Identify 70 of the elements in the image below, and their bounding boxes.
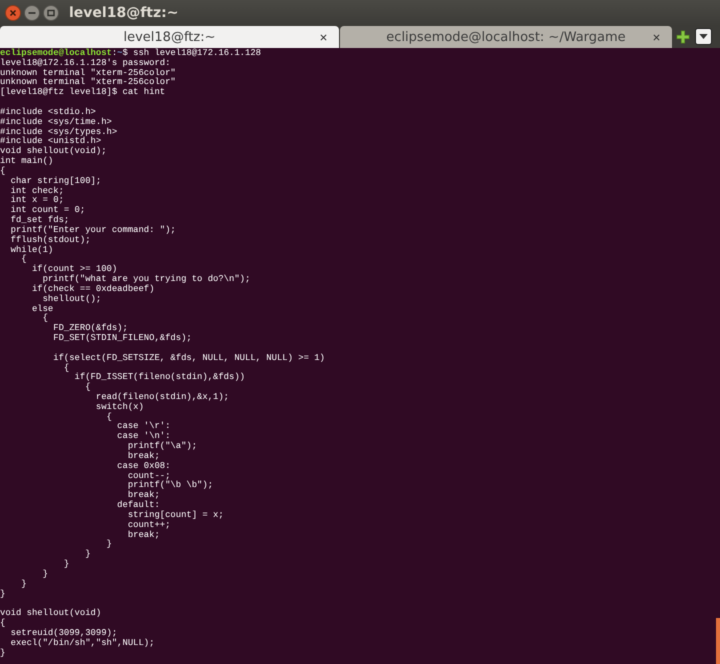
terminal-line: void shellout(void) — [0, 609, 102, 618]
terminal-line: int check; — [10, 186, 64, 196]
tab[interactable]: level18@ftz:~ — [0, 26, 339, 48]
caret-icon — [699, 34, 708, 39]
terminal-line: shellout(); — [42, 294, 102, 304]
terminal-line: char string[100]; — [10, 176, 102, 186]
terminal-line: else — [30, 304, 54, 314]
terminal-line: #include <sys/types.h> — [0, 128, 118, 137]
terminal-line: case '\r': — [116, 422, 170, 432]
dropdown-button[interactable] — [695, 28, 712, 45]
terminal-line: #include <unistd.h> — [0, 137, 102, 146]
terminal-line: if(select(FD_SETSIZE, &fds, NULL, NULL, NULL) >= 1) — [52, 354, 325, 364]
terminal-line: default: — [116, 501, 160, 510]
terminal-line: break; — [126, 530, 160, 540]
terminal-line: } — [0, 648, 6, 658]
terminal-line: unknown terminal "xterm-256color" — [0, 68, 176, 78]
terminal-line: { — [84, 383, 91, 393]
minimize-icon[interactable] — [24, 4, 40, 20]
terminal-line: { — [42, 314, 48, 324]
terminal-line: } — [62, 560, 70, 570]
close-icon[interactable] — [653, 34, 660, 41]
terminal-line: } — [84, 550, 91, 560]
terminal-line: } — [42, 570, 48, 580]
window-title: level18@ftz:~ — [69, 4, 178, 20]
terminal-line: break; — [126, 491, 160, 500]
close-icon[interactable] — [320, 34, 327, 41]
terminal-line: [level18@ftz level18]$ cat hint — [0, 88, 166, 98]
terminal-line: printf("Enter your command: "); — [10, 226, 176, 236]
terminal-line: int x = 0; — [10, 196, 64, 206]
terminal-line: execl("/bin/sh","sh",NULL); — [10, 638, 154, 649]
terminal-line: setreuid(3099,3099); — [10, 628, 118, 638]
terminal-line: #include <stdio.h> — [0, 108, 96, 118]
terminal-line: { — [0, 166, 6, 177]
terminal-line: FD_ZERO(&fds); — [52, 324, 128, 334]
maximize-icon[interactable] — [43, 4, 59, 20]
terminal-line: if(FD_ISSET(fileno(stdin),&fds)) — [74, 373, 245, 382]
terminal-line: } — [106, 540, 112, 550]
terminal-line: } — [20, 580, 27, 590]
terminal-line: { — [106, 412, 112, 422]
terminal-line: void shellout(void); — [0, 147, 107, 156]
terminal-line: if(count >= 100) — [30, 265, 118, 274]
terminal-line: { — [0, 619, 6, 629]
terminal-line: fd_set fds; — [10, 216, 70, 226]
terminal-line: fflush(stdout); — [10, 236, 91, 246]
terminal-line: eclipsemode@localhost:~$ ssh level18@172.16.1.128 — [0, 49, 261, 58]
terminal-line: switch(x) — [94, 402, 144, 412]
terminal-line: read(fileno(stdin),&x,1); — [94, 392, 230, 402]
terminal-line: break; — [126, 452, 160, 462]
terminal-line: if(check == 0xdeadbeef) — [30, 284, 154, 294]
terminal-line: { — [62, 364, 70, 374]
terminal-line: case 0x08: — [116, 462, 170, 472]
tab[interactable]: eclipsemode@localhost: ~/Wargame — [340, 26, 672, 48]
terminal-line: } — [0, 590, 6, 600]
terminal-line: printf("\b \b"); — [126, 481, 214, 490]
terminal-line: count--; — [126, 472, 170, 481]
terminal-line: while(1) — [10, 246, 54, 255]
terminal-line: case '\n': — [116, 432, 170, 442]
terminal-line: unknown terminal "xterm-256color" — [0, 78, 176, 88]
terminal-line: { — [20, 255, 27, 266]
terminal-line: int main() — [0, 157, 54, 166]
terminal-line: level18@172.16.1.128's password: — [0, 58, 170, 68]
plus-icon[interactable] — [676, 30, 690, 44]
terminal-line: int count = 0; — [10, 206, 86, 216]
terminal-line: printf("what are you trying to do?\n"); — [42, 275, 250, 284]
terminal-line: count++; — [126, 520, 170, 530]
terminal-line: FD_SET(STDIN_FILENO,&fds); — [52, 334, 192, 344]
terminal-line: printf("\a"); — [126, 442, 198, 452]
terminal-line: string[count] = x; — [126, 510, 224, 521]
scrollbar-thumb[interactable] — [716, 618, 720, 664]
terminal-line: #include <sys/time.h> — [0, 118, 112, 128]
